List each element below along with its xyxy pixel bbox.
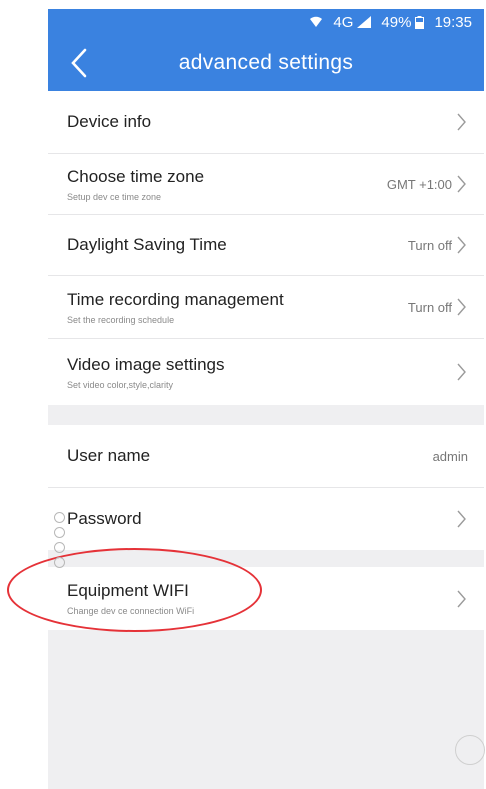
row-subtitle: Change dev ce connection WiFi: [67, 606, 195, 616]
row-label: User name: [67, 446, 151, 465]
battery-icon: [415, 15, 425, 29]
row-user-name[interactable]: User name admin: [48, 425, 484, 488]
chevron-right-icon: [456, 235, 468, 255]
page-title: advanced settings: [178, 51, 354, 74]
settings-group-device: Device info Choose time zone Setup dev c…: [48, 91, 484, 405]
annotation-dot: [54, 557, 65, 568]
row-label: Password: [67, 509, 142, 528]
network-label: 4G: [333, 13, 354, 31]
chevron-right-icon: [456, 589, 468, 609]
row-password[interactable]: Password: [48, 488, 484, 550]
row-subtitle: Set the recording schedule: [67, 314, 175, 325]
status-bar: 4G 49% 19:35: [48, 9, 484, 35]
chevron-right-icon: [456, 362, 468, 382]
wifi-icon: [309, 16, 323, 28]
row-time-zone[interactable]: Choose time zone Setup dev ce time zone …: [48, 154, 484, 215]
chevron-right-icon: [456, 112, 468, 132]
row-subtitle: Set video color,style,clarity: [67, 379, 174, 390]
row-subtitle: Setup dev ce time zone: [67, 191, 162, 202]
row-equipment-wifi[interactable]: Equipment WIFI Change dev ce connection …: [48, 567, 484, 630]
row-value: admin: [432, 448, 468, 464]
signal-icon: [357, 16, 372, 28]
row-daylight-saving[interactable]: Daylight Saving Time Turn off: [48, 215, 484, 276]
row-value: GMT +1:00: [386, 176, 452, 192]
battery-percent: 49%: [381, 13, 412, 31]
settings-group-account: User name admin Password: [48, 425, 484, 550]
chevron-left-icon: [71, 48, 87, 78]
settings-group-network: Equipment WIFI Change dev ce connection …: [48, 567, 484, 630]
row-value: Turn off: [407, 237, 452, 253]
back-button[interactable]: [64, 46, 94, 80]
row-video-image[interactable]: Video image settings Set video color,sty…: [48, 339, 484, 405]
row-label: Time recording management: [67, 289, 284, 309]
row-label: Choose time zone: [67, 166, 205, 186]
row-label: Equipment WIFI: [67, 581, 189, 600]
clock-time: 19:35: [434, 13, 472, 31]
chevron-right-icon: [456, 509, 468, 529]
floating-assistive-button[interactable]: [455, 735, 485, 765]
annotation-dot: [54, 542, 65, 553]
chevron-right-icon: [456, 297, 468, 317]
row-label: Daylight Saving Time: [67, 235, 227, 254]
row-device-info[interactable]: Device info: [48, 91, 484, 154]
row-label: Device info: [67, 112, 152, 131]
phone-screen: 4G 49% 19:35 advanced settings Device in…: [48, 9, 484, 789]
section-divider: [48, 405, 484, 425]
annotation-dot: [54, 527, 65, 538]
row-time-recording[interactable]: Time recording management Set the record…: [48, 276, 484, 339]
row-value: Turn off: [407, 299, 452, 315]
header-bar: advanced settings: [48, 35, 484, 91]
row-label: Video image settings: [67, 354, 225, 374]
annotation-dot: [54, 512, 65, 523]
chevron-right-icon: [456, 174, 468, 194]
section-divider: [48, 550, 484, 567]
